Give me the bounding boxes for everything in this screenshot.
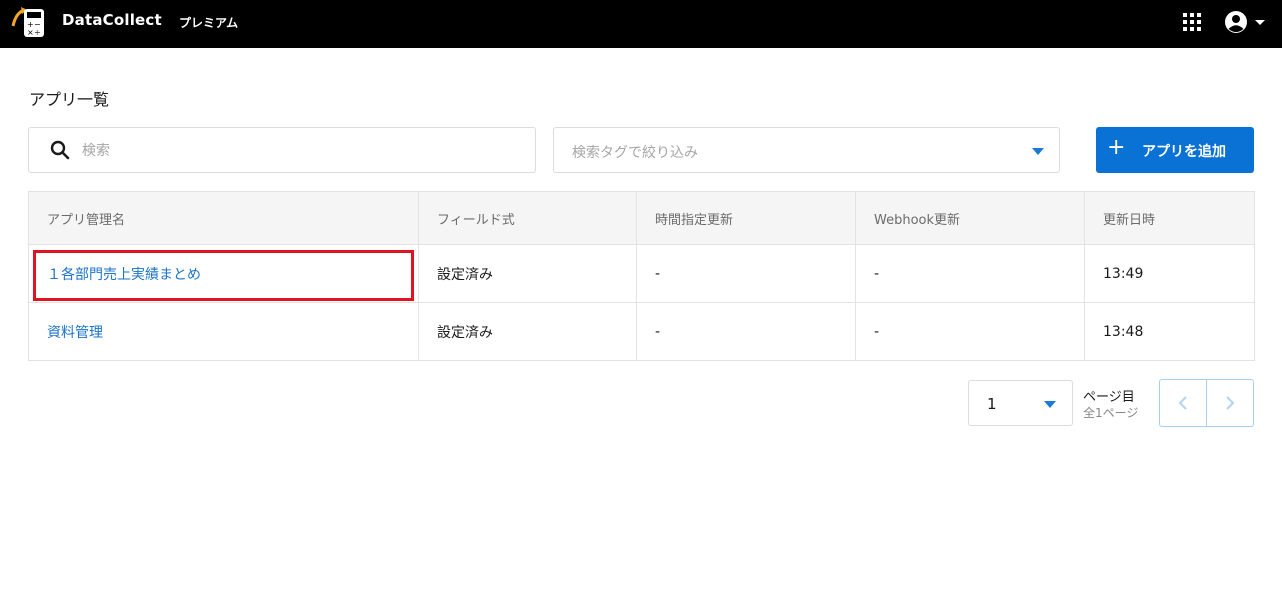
current-page-value: 1 [987,395,997,413]
table-header-row: アプリ管理名 フィールド式 時間指定更新 Webhook更新 更新日時 [28,191,1255,245]
page-number-select[interactable]: 1 [968,380,1073,426]
next-page-button[interactable] [1207,380,1254,426]
schedule-cell: - [636,302,856,361]
search-box[interactable] [28,127,536,173]
page-title: アプリ一覧 [29,90,110,109]
account-icon [1225,11,1247,33]
field-cell: 設定済み [418,244,637,303]
caret-down-icon [1032,148,1044,155]
column-header-updated: 更新日時 [1084,191,1255,245]
caret-down-icon [1044,401,1056,408]
search-input[interactable] [82,140,512,162]
add-app-button[interactable]: + アプリを追加 [1096,127,1254,173]
schedule-cell: - [636,244,856,303]
svg-text:×: × [27,28,34,37]
apps-grid-icon [1183,13,1201,31]
chevron-right-icon [1226,396,1235,410]
plan-label: プレミアム [179,16,239,30]
add-app-label: アプリを追加 [1142,144,1226,160]
pager [1159,379,1254,427]
updated-cell: 13:48 [1084,302,1255,361]
column-header-app-name: アプリ管理名 [28,191,419,245]
top-bar: + − × ÷ DataCollect プレミアム [0,0,1282,48]
search-icon [50,140,70,160]
svg-text:÷: ÷ [34,28,41,37]
prev-page-button[interactable] [1160,380,1207,426]
apps-grid-button[interactable] [1180,10,1204,34]
updated-cell: 13:49 [1084,244,1255,303]
app-name-link[interactable]: １各部門売上実績まとめ [47,267,201,283]
app-name-cell: １各部門売上実績まとめ [28,244,419,303]
plus-icon: + [1107,135,1126,160]
webhook-cell: - [855,244,1085,303]
account-menu-button[interactable] [1222,8,1268,36]
column-header-webhook: Webhook更新 [855,191,1085,245]
app-table: アプリ管理名 フィールド式 時間指定更新 Webhook更新 更新日時 １各部門… [28,191,1255,361]
table-row[interactable]: 資料管理 設定済み - - 13:48 [28,302,1255,361]
tag-filter-placeholder: 検索タグで絞り込み [572,145,698,161]
field-cell: 設定済み [418,302,637,361]
caret-down-icon [1255,20,1265,25]
column-header-schedule: 時間指定更新 [636,191,856,245]
column-header-field: フィールド式 [418,191,637,245]
chevron-left-icon [1178,396,1187,410]
calculator-logo-icon[interactable]: + − × ÷ [10,4,48,40]
brand-name: DataCollect [62,11,162,29]
page-suffix-label: ページ目 [1083,390,1135,405]
table-row[interactable]: １各部門売上実績まとめ 設定済み - - 13:49 [28,244,1255,303]
tag-filter-select[interactable]: 検索タグで絞り込み [553,127,1060,173]
page-total-label: 全1ページ [1083,406,1139,420]
app-name-cell: 資料管理 [28,302,419,361]
app-name-link[interactable]: 資料管理 [47,325,103,341]
webhook-cell: - [855,302,1085,361]
